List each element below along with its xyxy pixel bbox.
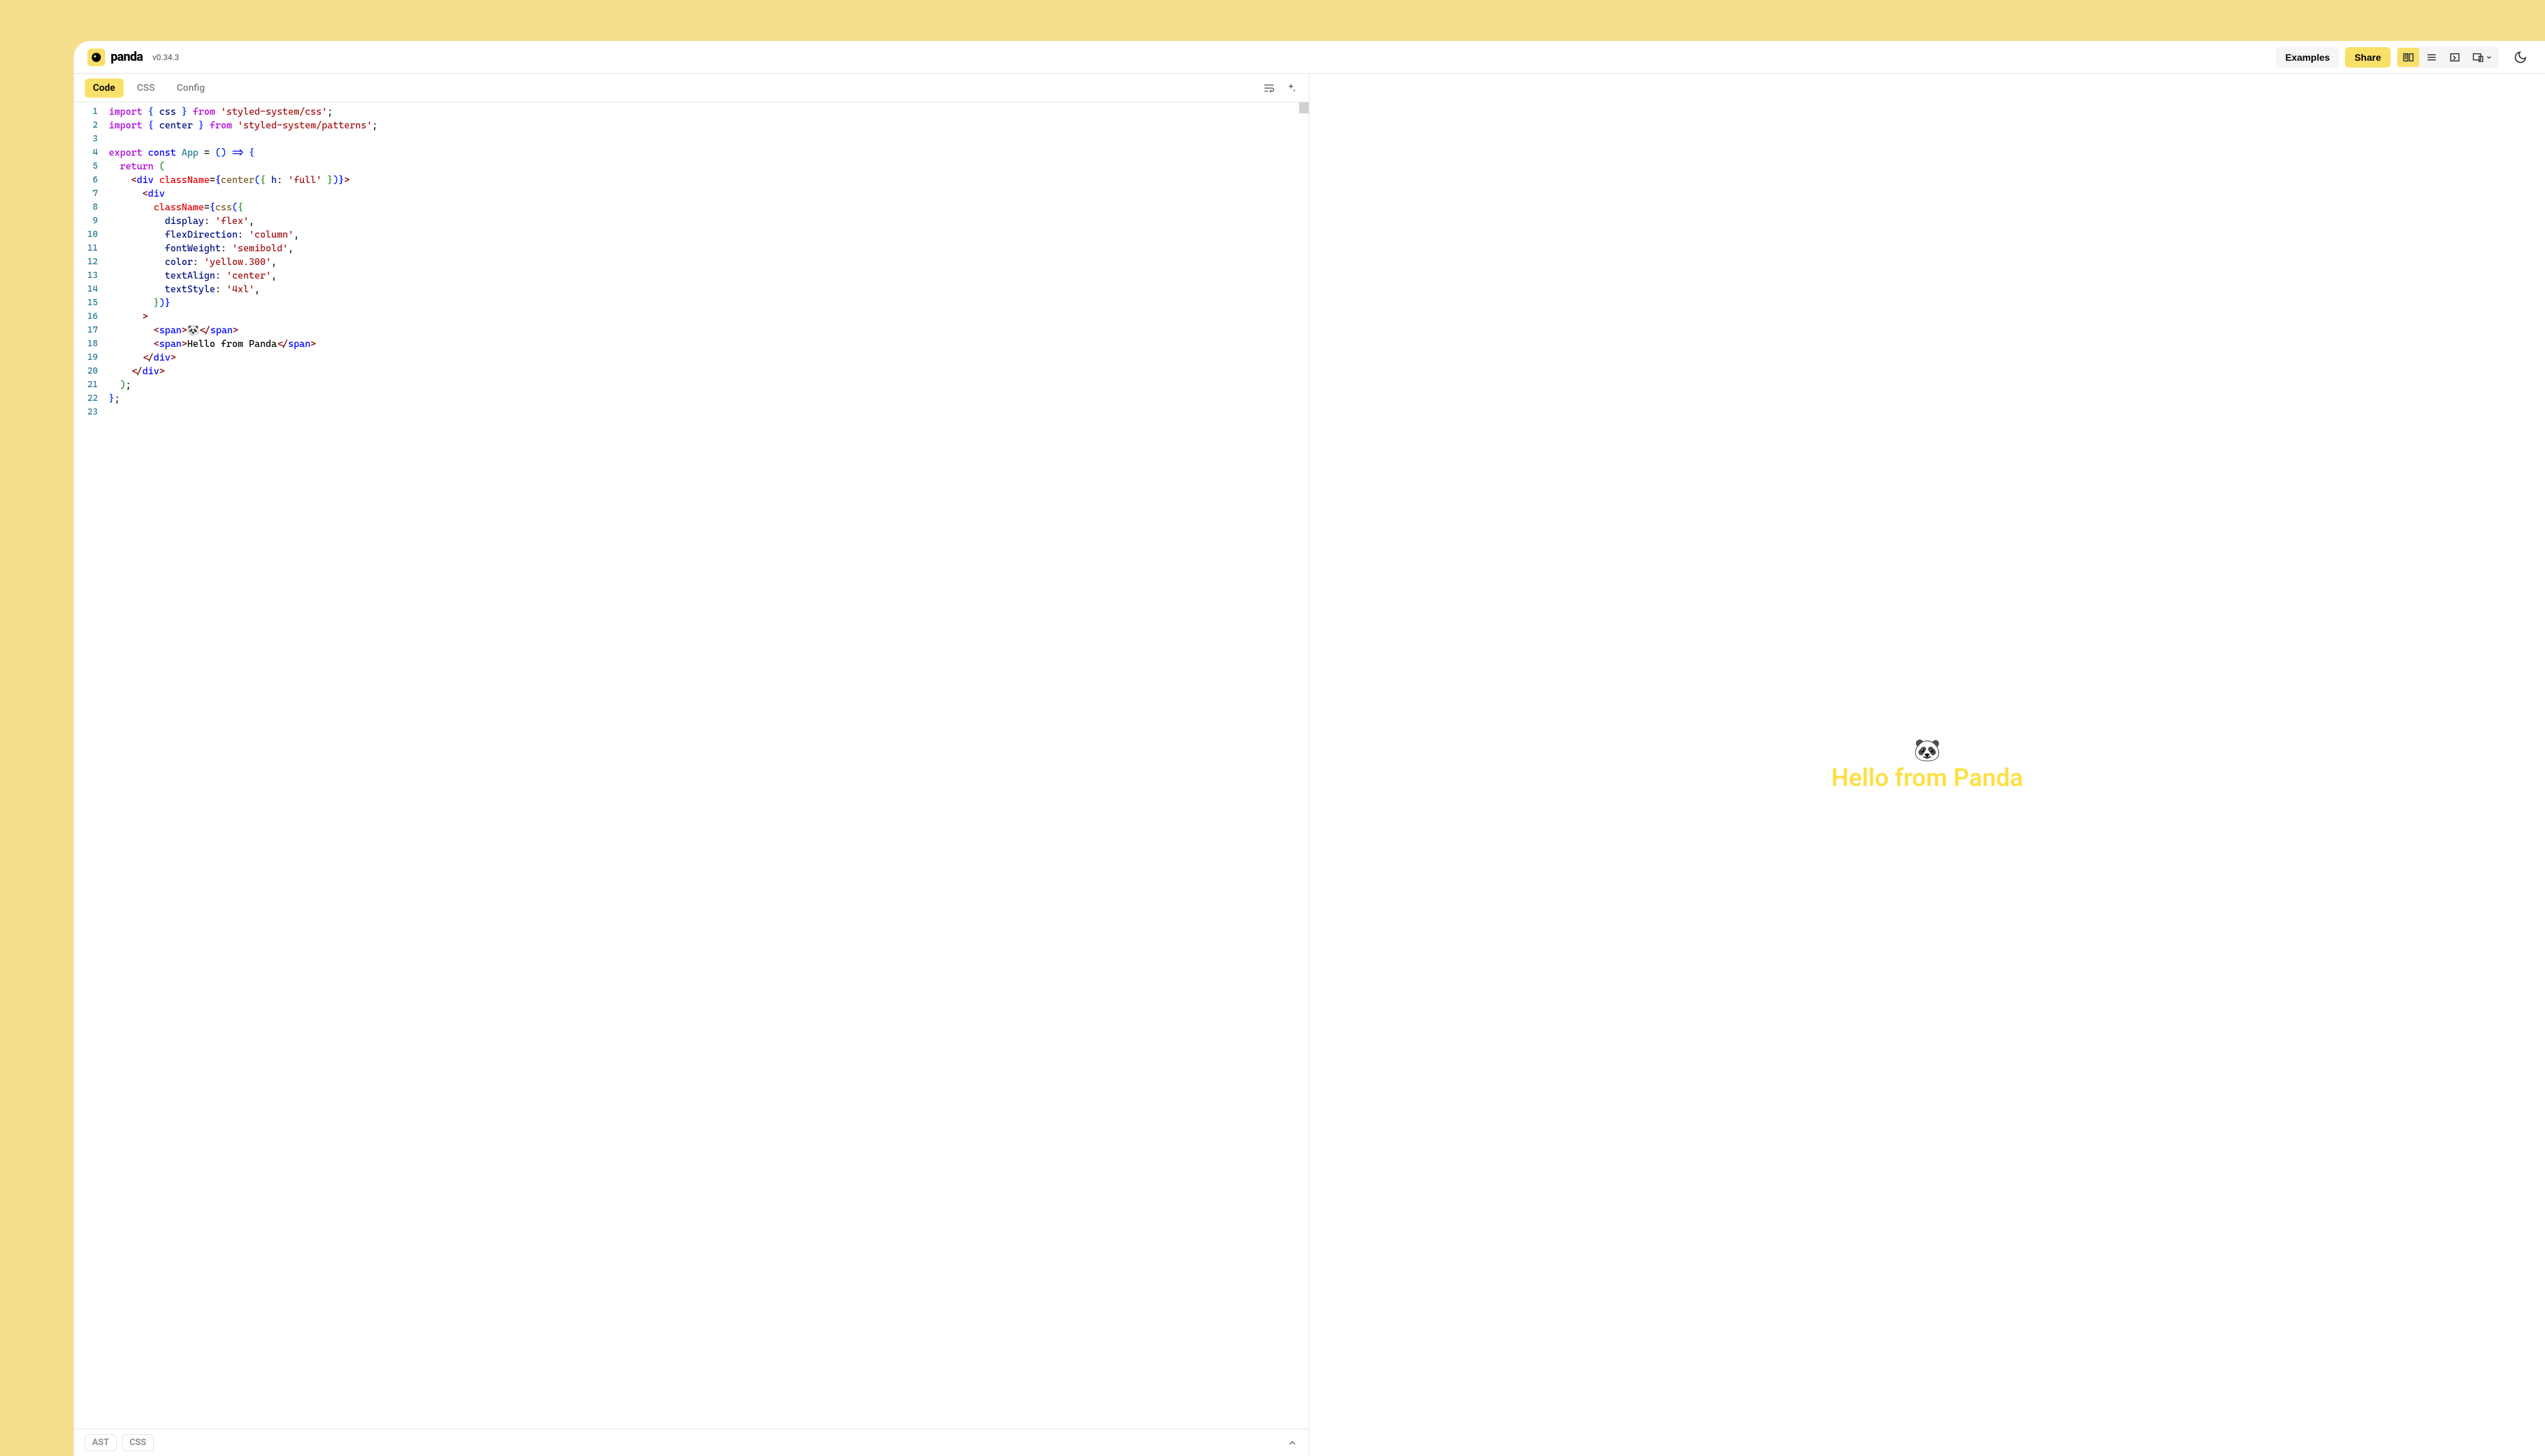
tabs-left: Code CSS Config xyxy=(85,79,213,98)
preview-emoji: 🐼 xyxy=(1914,737,1941,763)
bottom-tab-css[interactable]: CSS xyxy=(122,1434,154,1451)
panda-logo-icon xyxy=(87,48,105,66)
collapse-button[interactable] xyxy=(1287,1438,1298,1448)
sparkle-icon[interactable] xyxy=(1284,81,1298,95)
bottom-tab-ast[interactable]: AST xyxy=(85,1434,117,1451)
header-right: Examples Share xyxy=(2276,46,2531,68)
logo-text: panda xyxy=(111,50,143,64)
layout-preview-button[interactable] xyxy=(2444,48,2466,67)
examples-button[interactable]: Examples xyxy=(2276,47,2339,68)
layout-toggle-group xyxy=(2396,46,2499,68)
version-label: v0.34.3 xyxy=(152,53,179,62)
layout-responsive-button[interactable] xyxy=(2467,48,2497,67)
bottom-bar: AST CSS xyxy=(74,1429,1309,1456)
tab-code[interactable]: Code xyxy=(85,79,124,98)
layout-split-button[interactable] xyxy=(2397,48,2419,67)
code-content[interactable]: import { css } from 'styled-system/css';… xyxy=(109,105,1309,1429)
header: panda v0.34.3 Examples Share xyxy=(74,41,2545,74)
word-wrap-icon[interactable] xyxy=(1262,81,1276,95)
preview-text: Hello from Panda xyxy=(1831,764,2023,793)
tabs-right xyxy=(1262,81,1298,95)
share-button[interactable]: Share xyxy=(2345,47,2391,68)
tab-config[interactable]: Config xyxy=(169,79,213,98)
preview-content: 🐼 Hello from Panda xyxy=(1831,737,2023,793)
editor-panel: Code CSS Config xyxy=(74,74,1309,1456)
bottom-tabs: AST CSS xyxy=(85,1434,154,1451)
tab-css[interactable]: CSS xyxy=(129,79,163,98)
layout-horizontal-button[interactable] xyxy=(2421,48,2443,67)
line-gutter: 1 2 3 4 5 6 7 8 9 10 11 12 13 14 15 16 1 xyxy=(74,105,109,1429)
preview-panel: 🐼 Hello from Panda xyxy=(1309,74,2545,1456)
editor-tabs: Code CSS Config xyxy=(74,74,1309,102)
code-editor[interactable]: 1 2 3 4 5 6 7 8 9 10 11 12 13 14 15 16 1 xyxy=(74,102,1309,1429)
minimap[interactable] xyxy=(1299,102,1309,113)
header-left: panda v0.34.3 xyxy=(87,48,179,66)
logo[interactable]: panda xyxy=(87,48,143,66)
main-content: Code CSS Config xyxy=(74,74,2545,1456)
app-window: panda v0.34.3 Examples Share xyxy=(74,41,2545,1456)
theme-toggle-button[interactable] xyxy=(2509,46,2531,68)
